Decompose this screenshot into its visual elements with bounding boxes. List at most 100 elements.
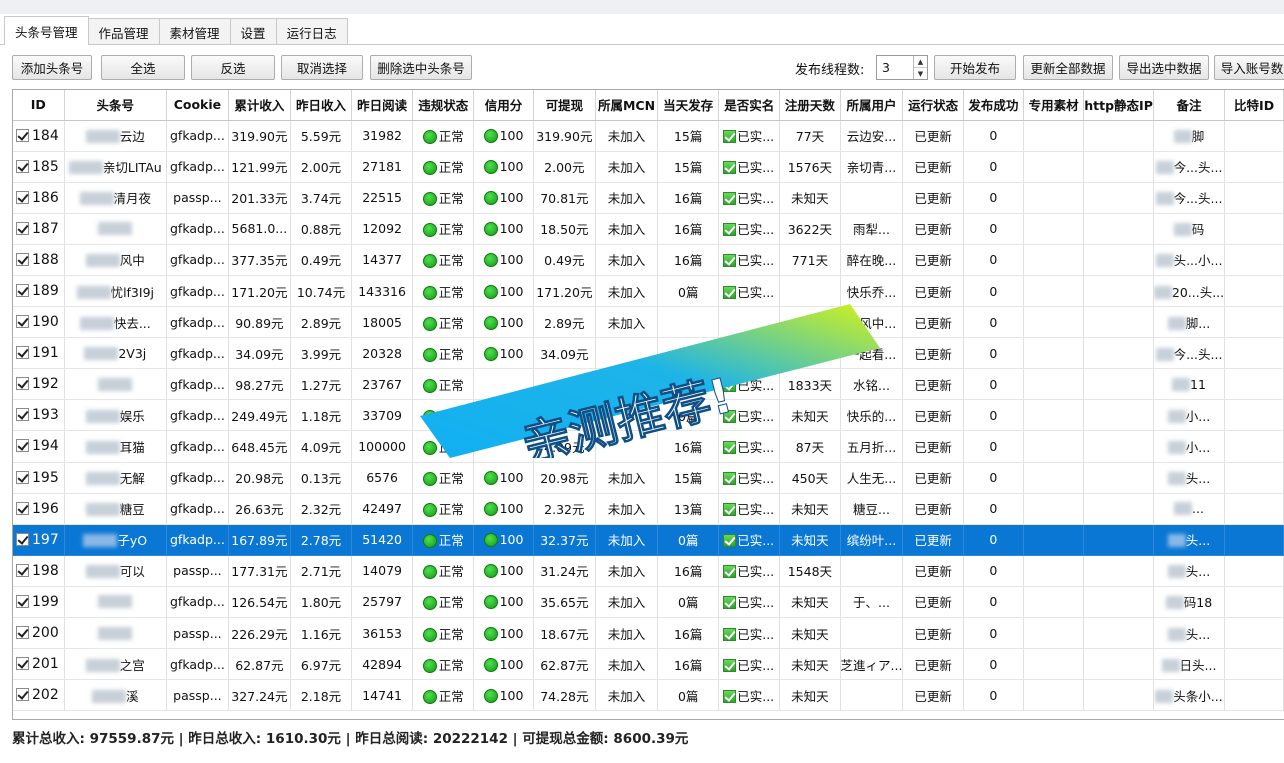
row-checkbox[interactable] xyxy=(16,688,29,702)
stepper-down-icon[interactable]: ▼ xyxy=(914,67,927,79)
cancel-selection-button[interactable]: 取消选择 xyxy=(281,55,363,80)
table-row[interactable]: 196 糖豆 gfkadp... 26.63元 2.32元 42497 正常 100 2.32元… xyxy=(13,493,1284,525)
column-header-16[interactable]: 专用素材 xyxy=(1023,90,1085,121)
id-cell[interactable]: 198 xyxy=(13,555,65,587)
column-header-14[interactable]: 运行状态 xyxy=(902,90,964,121)
credit-score-cell: 100 xyxy=(473,679,534,712)
stepper-arrows[interactable]: ▲ ▼ xyxy=(913,56,927,79)
id-cell[interactable]: 189 xyxy=(13,275,65,308)
table-row[interactable]: 187 gfkadp... 5681.0... 0.88元 12092 正常 100 18.5… xyxy=(13,213,1284,245)
row-checkbox[interactable] xyxy=(16,315,29,329)
column-header-15[interactable]: 发布成功 xyxy=(963,90,1024,121)
table-row[interactable]: 194 耳猫 gfkadp... 648.45元 4.09元 100000 正常 4.09元 1… xyxy=(13,430,1284,463)
table-row[interactable]: 200 passp... 226.29元 1.16元 36153 正常 100 18.67元未… xyxy=(13,617,1284,650)
id-cell[interactable]: 186 xyxy=(13,182,65,214)
id-cell[interactable]: 191 xyxy=(13,337,65,370)
row-checkbox[interactable] xyxy=(16,159,29,173)
column-header-19[interactable]: 比特ID xyxy=(1224,90,1284,121)
column-header-0[interactable]: ID xyxy=(13,90,65,121)
row-checkbox[interactable] xyxy=(16,221,29,235)
tab-works[interactable]: 作品管理 xyxy=(87,18,160,45)
id-cell[interactable]: 185 xyxy=(13,151,65,183)
id-cell[interactable]: 187 xyxy=(13,213,65,245)
row-checkbox[interactable] xyxy=(16,626,29,640)
table-row[interactable]: 184 云边 gfkadp... 319.90元 5.59元 31982 正常 100 319.… xyxy=(13,120,1284,152)
row-checkbox[interactable] xyxy=(16,284,29,298)
table-row[interactable]: 202 溪 passp... 327.24元 2.18元 14741 正常 100 74.28元… xyxy=(13,679,1284,712)
column-header-6[interactable]: 违规状态 xyxy=(412,90,475,121)
row-checkbox[interactable] xyxy=(16,408,29,422)
id-cell[interactable]: 194 xyxy=(13,430,65,463)
id-cell[interactable]: 201 xyxy=(13,648,65,681)
delete-selected-button[interactable]: 删除选中头条号 xyxy=(370,55,472,80)
table-row[interactable]: 191 2V3j gfkadp... 34.09元 3.99元 20328 正常 100 34.… xyxy=(13,337,1284,370)
row-checkbox[interactable] xyxy=(16,377,29,391)
export-selected-button[interactable]: 导出选中数据 xyxy=(1119,55,1209,80)
table-row[interactable]: 192 gfkadp... 98.27元 1.27元 23767 正常 已实... 1833天… xyxy=(13,368,1284,401)
thread-count-stepper[interactable]: 3 ▲ ▼ xyxy=(876,55,928,80)
row-checkbox[interactable] xyxy=(16,657,29,671)
id-cell[interactable]: 202 xyxy=(13,679,65,712)
update-all-button[interactable]: 更新全部数据 xyxy=(1023,55,1113,80)
table-row[interactable]: 197 子yO gfkadp... 167.89元 2.78元 51420 正常 100 32.… xyxy=(13,524,1284,556)
column-header-2[interactable]: Cookie xyxy=(166,90,229,121)
row-checkbox[interactable] xyxy=(16,532,29,546)
id-cell[interactable]: 196 xyxy=(13,493,65,525)
accounts-grid[interactable]: ID 头条号 Cookie 累计收入 昨日收入 昨日阅读 违规状态 信用分 可提现 所属MCN 当天… xyxy=(12,89,1284,720)
start-publish-button[interactable]: 开始发布 xyxy=(934,55,1016,80)
id-cell[interactable]: 199 xyxy=(13,586,65,619)
column-header-4[interactable]: 昨日收入 xyxy=(290,90,353,121)
daily-publish-cell: 15篇 xyxy=(657,120,720,152)
column-header-17[interactable]: http静态IP xyxy=(1083,90,1154,121)
column-header-11[interactable]: 是否实名 xyxy=(718,90,781,121)
table-row[interactable]: 185 亲切LITAu gfkadp... 121.99元 2.00元 27181 正常 10… xyxy=(13,151,1284,183)
id-cell[interactable]: 192 xyxy=(13,368,65,401)
add-account-button[interactable]: 添加头条号 xyxy=(12,55,92,80)
table-row[interactable]: 190 快去... gfkadp... 90.89元 2.89元 18005 正常 100 2.… xyxy=(13,306,1284,339)
row-checkbox[interactable] xyxy=(16,501,29,515)
table-row[interactable]: 193 娱乐 gfkadp... 249.49元 1.18元 33709 正常 0篇 已实...… xyxy=(13,399,1284,432)
import-accounts-button[interactable]: 导入账号数 xyxy=(1214,55,1284,80)
row-checkbox[interactable] xyxy=(16,190,29,204)
table-row[interactable]: 189 忧lf3I9j gfkadp... 171.20元 10.74元 143316 正常… xyxy=(13,275,1284,308)
id-cell[interactable]: 184 xyxy=(13,120,65,152)
column-header-7[interactable]: 信用分 xyxy=(473,90,534,121)
id-cell[interactable]: 190 xyxy=(13,306,65,339)
stepper-up-icon[interactable]: ▲ xyxy=(914,56,927,67)
table-row[interactable]: 198 可以 passp... 177.31元 2.71元 14079 正常 100 31.24… xyxy=(13,555,1284,587)
tab-settings[interactable]: 设置 xyxy=(229,18,277,45)
note-cell: ... xyxy=(1153,493,1226,525)
row-checkbox[interactable] xyxy=(16,128,29,142)
column-header-1[interactable]: 头条号 xyxy=(64,90,167,121)
tab-materials[interactable]: 素材管理 xyxy=(158,18,231,45)
row-checkbox[interactable] xyxy=(16,470,29,484)
table-row[interactable]: 195 无解 gfkadp... 20.98元 0.13元 6576 正常 100 20.98元… xyxy=(13,462,1284,494)
row-checkbox[interactable] xyxy=(16,594,29,608)
table-row[interactable]: 186 清月夜 passp... 201.33元 3.74元 22515 正常 100 70.8… xyxy=(13,182,1284,214)
column-header-9[interactable]: 所属MCN xyxy=(595,90,659,121)
column-header-8[interactable]: 可提现 xyxy=(533,90,596,121)
column-header-3[interactable]: 累计收入 xyxy=(228,90,291,121)
tab-run-log[interactable]: 运行日志 xyxy=(275,18,348,45)
column-header-10[interactable]: 当天发存 xyxy=(657,90,720,121)
column-header-18[interactable]: 备注 xyxy=(1153,90,1226,121)
column-header-12[interactable]: 注册天数 xyxy=(779,90,841,121)
id-cell[interactable]: 188 xyxy=(13,244,65,276)
table-row[interactable]: 188 风中 gfkadp... 377.35元 0.49元 14377 正常 100 0.49… xyxy=(13,244,1284,276)
id-cell[interactable]: 197 xyxy=(13,524,65,556)
column-header-5[interactable]: 昨日阅读 xyxy=(351,90,414,121)
row-checkbox[interactable] xyxy=(16,439,29,453)
id-cell[interactable]: 200 xyxy=(13,617,65,650)
note-text: 小... xyxy=(1185,408,1211,424)
row-checkbox[interactable] xyxy=(16,346,29,360)
row-checkbox[interactable] xyxy=(16,252,29,266)
column-header-13[interactable]: 所属用户 xyxy=(840,90,904,121)
table-row[interactable]: 199 gfkadp... 126.54元 1.80元 25797 正常 100 35.65元… xyxy=(13,586,1284,619)
select-all-button[interactable]: 全选 xyxy=(101,55,185,80)
tab-toutiao-accounts[interactable]: 头条号管理 xyxy=(4,16,89,45)
invert-selection-button[interactable]: 反选 xyxy=(191,55,275,80)
id-cell[interactable]: 195 xyxy=(13,462,65,494)
table-row[interactable]: 201 之宫 gfkadp... 62.87元 6.97元 42894 正常 100 62.87… xyxy=(13,648,1284,681)
row-checkbox[interactable] xyxy=(16,563,29,577)
id-cell[interactable]: 193 xyxy=(13,399,65,432)
